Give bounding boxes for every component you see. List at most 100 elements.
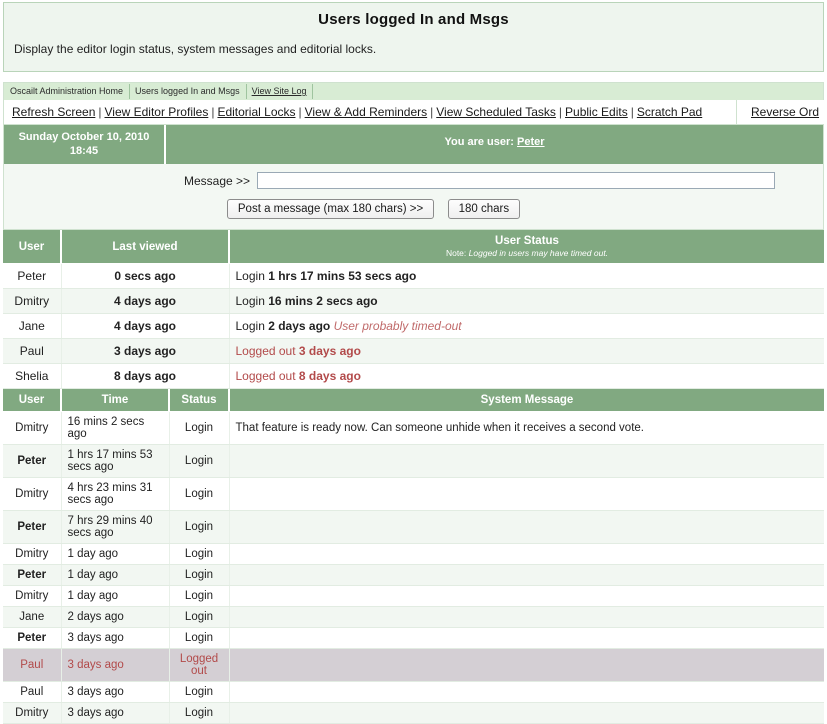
cell-last-viewed: 0 secs ago: [61, 263, 230, 289]
cell-user: Dmitry: [3, 702, 62, 724]
page-subtitle: Display the editor login status, system …: [14, 42, 377, 56]
nav-separator: |: [98, 105, 102, 119]
cell-user-status: Login 16 mins 2 secs ago: [229, 288, 824, 314]
breadcrumb: Oscailt Administration Home Users logged …: [4, 83, 823, 100]
nav-links: Refresh Screen | View Editor Profiles | Edit…: [12, 105, 702, 119]
cell-user: Peter: [3, 627, 62, 649]
cell-status: Login: [169, 681, 230, 703]
status-value: 2 days ago: [268, 319, 331, 333]
breadcrumb-item-1: Users logged In and Msgs: [135, 84, 247, 99]
cell-message: [229, 477, 824, 511]
table-row: Shelia 8 days ago Logged out 8 days ago: [3, 363, 824, 389]
cell-user: Shelia: [3, 363, 62, 389]
col-header-msg-time[interactable]: Time: [61, 389, 170, 412]
cell-user: Jane: [3, 313, 62, 339]
cell-user: Paul: [3, 338, 62, 364]
table-row: Paul 3 days ago Logged out: [3, 648, 824, 682]
cell-status: Login: [169, 477, 230, 511]
col-header-user-status-note: Note: Logged in users may have timed out…: [232, 248, 822, 258]
cell-status: Logged out: [169, 648, 230, 682]
table-row: Peter 3 days ago Login: [3, 627, 824, 649]
cell-message: [229, 702, 824, 724]
current-date-time: Sunday October 10, 2010 18:45: [4, 125, 166, 164]
nav-link-editorial-locks[interactable]: Editorial Locks: [217, 105, 295, 119]
nav-link-view-scheduled-tasks[interactable]: View Scheduled Tasks: [436, 105, 556, 119]
table-row: Peter 0 secs ago Login 1 hrs 17 mins 53 se…: [3, 263, 824, 289]
message-buttons-row: Post a message (max 180 chars) >> 180 ch…: [4, 199, 823, 219]
navigation-block: Oscailt Administration Home Users logged …: [3, 82, 827, 125]
cell-message: [229, 627, 824, 649]
table-row: Dmitry 4 days ago Login 16 mins 2 secs ago: [3, 288, 824, 314]
cell-user-status: Login 2 days ago User probably timed-out: [229, 313, 824, 339]
current-user-link[interactable]: Peter: [517, 136, 545, 148]
nav-link-public-edits[interactable]: Public Edits: [565, 105, 628, 119]
cell-message: [229, 543, 824, 565]
cell-status: Login: [169, 702, 230, 724]
cell-user: Peter: [3, 444, 62, 478]
nav-right-area: Reverse Ord: [736, 100, 827, 124]
cell-message: [229, 585, 824, 607]
table-row: Peter 7 hrs 29 mins 40 secs ago Login: [3, 510, 824, 544]
status-value: 8 days ago: [298, 369, 361, 383]
message-input[interactable]: [257, 172, 776, 189]
cell-time: 1 day ago: [61, 585, 170, 607]
nav-link-scratch-pad[interactable]: Scratch Pad: [637, 105, 702, 119]
cell-user: Peter: [3, 263, 62, 289]
cell-time: 16 mins 2 secs ago: [61, 411, 170, 445]
current-user-label: You are user:: [444, 136, 514, 148]
chars-count-button[interactable]: 180 chars: [447, 199, 521, 219]
nav-link-refresh-screen[interactable]: Refresh Screen: [12, 105, 95, 119]
table-row: Dmitry 4 hrs 23 mins 31 secs ago Login: [3, 477, 824, 511]
status-suffix: User probably timed-out: [330, 319, 462, 333]
col-header-system-message[interactable]: System Message: [229, 389, 824, 412]
cell-message: [229, 510, 824, 544]
cell-user-status: Login 1 hrs 17 mins 53 secs ago: [229, 263, 824, 289]
status-value: 1 hrs 17 mins 53 secs ago: [268, 269, 417, 283]
cell-time: 3 days ago: [61, 702, 170, 724]
breadcrumb-item-0: Oscailt Administration Home: [10, 84, 131, 99]
cell-user: Paul: [3, 648, 62, 682]
table-row: Dmitry 3 days ago Login: [3, 702, 824, 724]
table-row: Peter 1 hrs 17 mins 53 secs ago Login: [3, 444, 824, 478]
cell-last-viewed: 3 days ago: [61, 338, 230, 364]
col-header-user-status-label: User Status: [495, 235, 559, 247]
table-row: Jane 4 days ago Login 2 days ago User prob…: [3, 313, 824, 339]
col-header-user[interactable]: User: [3, 230, 62, 264]
user-status-header-row: User Last viewed User Status Note: Logge…: [3, 230, 824, 264]
cell-status: Login: [169, 585, 230, 607]
note-prefix: Note:: [445, 248, 467, 258]
nav-link-view-editor-profiles[interactable]: View Editor Profiles: [105, 105, 209, 119]
col-header-last-viewed[interactable]: Last viewed: [61, 230, 230, 264]
cell-time: 1 hrs 17 mins 53 secs ago: [61, 444, 170, 478]
cell-time: 3 days ago: [61, 681, 170, 703]
system-message-body: Dmitry 16 mins 2 secs ago Login That featur…: [3, 411, 824, 724]
cell-user: Dmitry: [3, 288, 62, 314]
nav-separator: |: [558, 105, 563, 119]
nav-separator: |: [430, 105, 434, 119]
cell-time: 4 hrs 23 mins 31 secs ago: [61, 477, 170, 511]
cell-message: [229, 648, 824, 682]
nav-separator: |: [298, 105, 302, 119]
cell-user: Peter: [3, 564, 62, 586]
cell-status: Login: [169, 564, 230, 586]
message-input-row: Message >>: [4, 172, 823, 189]
cell-user: Dmitry: [3, 477, 62, 511]
page-title: Users logged In and Msgs: [318, 11, 509, 28]
col-header-user-status[interactable]: User Status Note: Logged in users may ha…: [229, 230, 824, 264]
table-row: Paul 3 days ago Login: [3, 681, 824, 703]
col-header-msg-user[interactable]: User: [3, 389, 62, 412]
cell-time: 3 days ago: [61, 648, 170, 682]
cell-last-viewed: 4 days ago: [61, 288, 230, 314]
cell-status: Login: [169, 627, 230, 649]
post-message-button[interactable]: Post a message (max 180 chars) >>: [226, 199, 435, 219]
cell-status: Login: [169, 444, 230, 478]
cell-user: Paul: [3, 681, 62, 703]
cell-last-viewed: 4 days ago: [61, 313, 230, 339]
col-header-msg-status[interactable]: Status: [169, 389, 230, 412]
breadcrumb-item-2[interactable]: View Site Log: [252, 84, 314, 99]
message-label: Message >>: [184, 173, 251, 188]
table-row: Paul 3 days ago Logged out 3 days ago: [3, 338, 824, 364]
date-user-strip: Sunday October 10, 2010 18:45 You are us…: [3, 125, 824, 164]
nav-link-view-add-reminders[interactable]: View & Add Reminders: [305, 105, 428, 119]
reverse-order-link[interactable]: Reverse Ord: [751, 105, 819, 119]
